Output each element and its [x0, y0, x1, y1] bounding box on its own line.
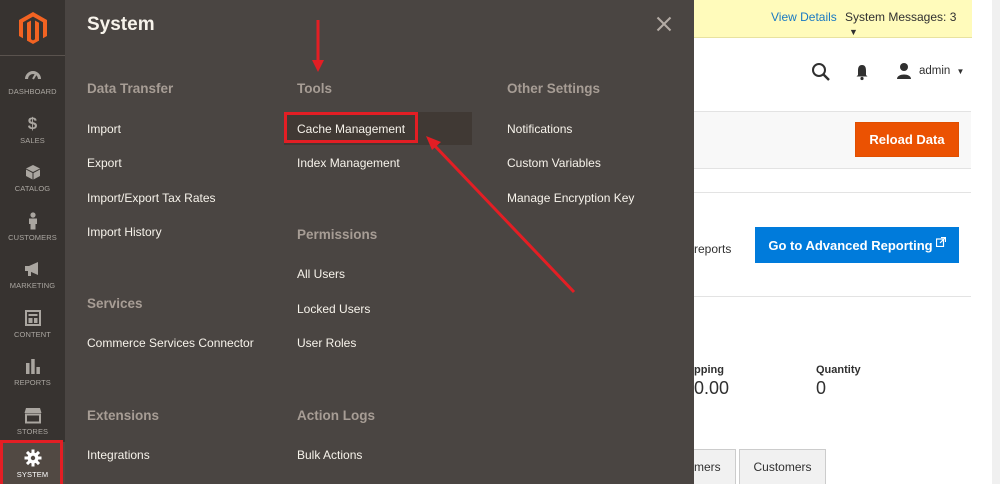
- menu-item-custom-variables[interactable]: Custom Variables: [507, 156, 601, 170]
- cube-icon: [25, 164, 40, 179]
- nav-item-catalog[interactable]: CATALOG: [0, 153, 65, 201]
- nav-label: REPORTS: [14, 377, 51, 387]
- nav-label: CONTENT: [14, 329, 51, 339]
- menu-item-import-export-tax-rates[interactable]: Import/Export Tax Rates: [87, 191, 216, 205]
- section-title-action-logs: Action Logs: [297, 408, 375, 423]
- nav-item-dashboard[interactable]: DASHBOARD: [0, 56, 65, 104]
- divider: [694, 296, 971, 297]
- advanced-reporting-button[interactable]: Go to Advanced Reporting: [755, 227, 959, 263]
- admin-account-menu[interactable]: admin ▼: [919, 65, 964, 77]
- nav-item-content[interactable]: CONTENT: [0, 299, 65, 347]
- tab-new-customers[interactable]: mers: [694, 449, 736, 484]
- menu-item-bulk-actions[interactable]: Bulk Actions: [297, 448, 362, 462]
- view-details-link[interactable]: View Details: [771, 10, 837, 24]
- nav-item-sales[interactable]: $ SALES: [0, 105, 65, 153]
- system-messages-dropdown[interactable]: System Messages: 3 ▼: [845, 10, 972, 38]
- bar-chart-icon: [25, 358, 40, 374]
- nav-label: STORES: [16, 426, 49, 436]
- section-title-data-transfer: Data Transfer: [87, 81, 174, 96]
- admin-screen: View Details System Messages: 3 ▼ admin …: [0, 0, 1000, 484]
- megaphone-icon: [24, 261, 38, 276]
- admin-sidebar: DASHBOARD $ SALES CATALOG CUSTOMERS MARK…: [0, 0, 65, 484]
- page-scrollbar[interactable]: [992, 0, 1000, 484]
- system-highlight-box: [0, 440, 63, 484]
- menu-item-all-users[interactable]: All Users: [297, 267, 345, 281]
- cache-management-highlight-box: [284, 112, 418, 143]
- flyout-title: System: [87, 14, 155, 35]
- section-title-tools: Tools: [297, 81, 332, 96]
- quantity-stat-value: 0: [816, 378, 827, 398]
- dollar-icon: $: [27, 113, 38, 133]
- nav-label: SALES: [20, 135, 45, 145]
- nav-label: MARKETING: [9, 280, 56, 290]
- nav-item-stores[interactable]: STORES: [0, 396, 65, 444]
- magento-logo-icon: [18, 11, 47, 44]
- nav-label: CATALOG: [14, 183, 51, 193]
- menu-item-notifications[interactable]: Notifications: [507, 122, 572, 136]
- menu-item-manage-encryption-key[interactable]: Manage Encryption Key: [507, 191, 634, 205]
- person-icon: [28, 211, 37, 229]
- nav-item-reports[interactable]: REPORTS: [0, 347, 65, 395]
- menu-item-index-management[interactable]: Index Management: [297, 156, 400, 170]
- search-icon[interactable]: [811, 62, 831, 82]
- nav-label: DASHBOARD: [8, 86, 57, 96]
- section-title-permissions: Permissions: [297, 227, 378, 242]
- system-messages-label: System Messages: 3: [845, 10, 957, 24]
- section-title-extensions: Extensions: [87, 408, 160, 423]
- close-icon[interactable]: [656, 16, 672, 32]
- external-link-icon: [935, 237, 946, 247]
- storefront-icon: [24, 407, 41, 423]
- section-title-services: Services: [87, 296, 143, 311]
- magento-logo[interactable]: [0, 0, 65, 55]
- layout-icon: [24, 309, 41, 326]
- caret-down-icon: ▼: [849, 27, 858, 37]
- menu-item-import[interactable]: Import: [87, 122, 121, 136]
- reload-data-button[interactable]: Reload Data: [855, 122, 959, 157]
- menu-item-integrations[interactable]: Integrations: [87, 448, 150, 462]
- bell-icon[interactable]: [854, 63, 870, 81]
- nav-item-customers[interactable]: CUSTOMERS: [0, 202, 65, 250]
- menu-item-export[interactable]: Export: [87, 156, 122, 170]
- advanced-reporting-label: Go to Advanced Reporting: [768, 237, 933, 253]
- menu-item-locked-users[interactable]: Locked Users: [297, 302, 370, 316]
- menu-item-commerce-services-connector[interactable]: Commerce Services Connector: [87, 336, 254, 350]
- divider: [694, 192, 971, 193]
- dashboard-icon: [24, 70, 41, 80]
- caret-down-icon: ▼: [956, 67, 965, 76]
- section-title-other-settings: Other Settings: [507, 81, 601, 96]
- nav-label: CUSTOMERS: [8, 232, 57, 242]
- nav-item-marketing[interactable]: MARKETING: [0, 250, 65, 298]
- menu-item-user-roles[interactable]: User Roles: [297, 336, 356, 350]
- quantity-stat-label: Quantity: [816, 364, 861, 376]
- shipping-stat-label: pping: [694, 364, 724, 376]
- tab-customers[interactable]: Customers: [739, 449, 826, 484]
- menu-item-import-history[interactable]: Import History: [87, 225, 162, 239]
- admin-username: admin: [919, 65, 951, 77]
- shipping-stat-value: 0.00: [694, 378, 730, 398]
- system-flyout-menu: System Data Transfer Import Export Impor…: [65, 0, 694, 484]
- user-icon[interactable]: [896, 62, 912, 80]
- reports-text: reports: [694, 242, 732, 256]
